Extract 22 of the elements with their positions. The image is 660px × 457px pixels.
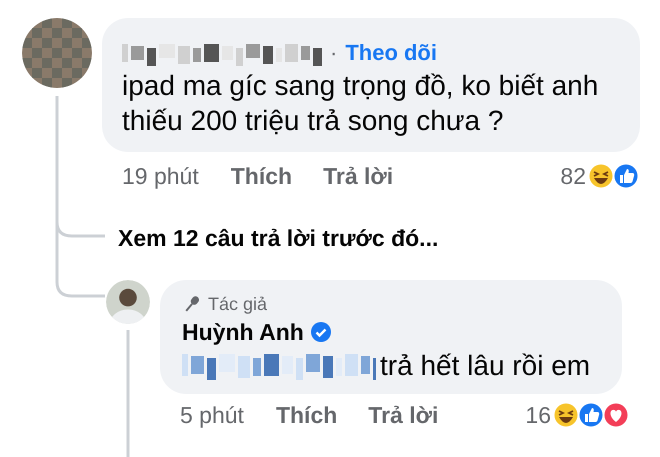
- love-reaction-icon: [602, 401, 630, 429]
- timestamp: 19 phút: [122, 162, 199, 190]
- timestamp: 5 phút: [180, 402, 244, 428]
- view-more-replies-link[interactable]: Xem 12 câu trả lời trước đó...: [118, 225, 438, 252]
- like-reaction-icon: [612, 162, 640, 190]
- reply-link[interactable]: Trả lời: [323, 162, 394, 190]
- haha-reaction-icon: [587, 162, 615, 190]
- like-link[interactable]: Thích: [276, 402, 338, 428]
- reply-link[interactable]: Trả lời: [368, 402, 438, 428]
- follow-link[interactable]: Theo dõi: [345, 40, 437, 66]
- avatar: [106, 280, 150, 324]
- haha-reaction-icon: [552, 401, 580, 429]
- separator-dot: ·: [330, 40, 338, 66]
- author-role-label: Tác giả: [208, 294, 268, 314]
- reaction-count: 16: [525, 402, 551, 428]
- like-link[interactable]: Thích: [230, 162, 292, 190]
- comment-text: ipad ma gíc sang trọng đồ, ko biết anh thiếu 200 triệu trả song chưa ?: [122, 69, 600, 138]
- author-name: Huỳnh Anh: [182, 318, 304, 346]
- reply-text: trả hết lâu rồi em: [380, 348, 590, 382]
- like-reaction-icon: [577, 401, 605, 429]
- avatar: [22, 18, 92, 88]
- reaction-count: 82: [560, 162, 586, 190]
